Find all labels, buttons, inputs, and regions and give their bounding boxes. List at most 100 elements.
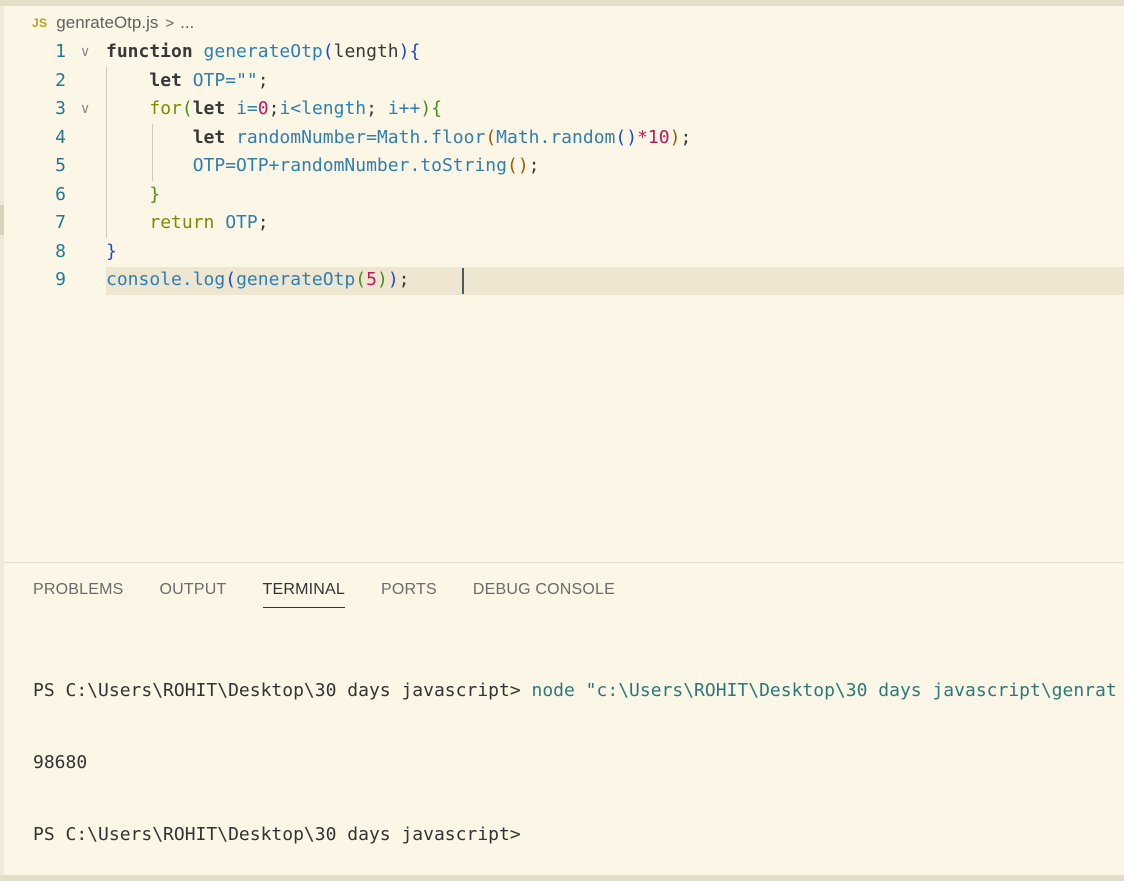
terminal-line: 98680	[33, 751, 1117, 775]
code-token: 0	[257, 98, 269, 119]
code-line[interactable]: 5 OTP=OTP+randomNumber.toString();	[0, 152, 1124, 181]
code-text: for(let i=0;i<length; i++){	[106, 95, 442, 124]
tab-debug-console[interactable]: DEBUG CONSOLE	[473, 575, 615, 608]
line-number: 8	[55, 240, 66, 262]
code-token: ()	[615, 126, 638, 148]
code-line[interactable]: 3 ∨ for(let i=0;i<length; i++){	[0, 95, 1124, 124]
code-text: }	[106, 238, 117, 267]
code-text: let randomNumber=Math.floor(Math.random(…	[106, 124, 692, 153]
code-token: )	[387, 269, 399, 290]
code-token: let	[192, 126, 237, 148]
code-token: for	[149, 98, 182, 119]
code-editor[interactable]: 1 ∨ function generateOtp(length){2 let OTP…	[0, 38, 1124, 558]
code-text: console.log(generateOtp(5));	[106, 266, 410, 295]
code-line[interactable]: 8}	[0, 238, 1124, 267]
code-token: ;	[257, 212, 269, 233]
code-token: Math.random	[496, 126, 616, 148]
javascript-file-icon: JS	[32, 16, 48, 30]
panel-tabs: PROBLEMS OUTPUT TERMINAL PORTS DEBUG CONSOLE	[33, 575, 651, 608]
code-token: ;	[398, 269, 410, 290]
code-text: }	[106, 181, 160, 210]
terminal-prompt: PS C:\Users\ROHIT\Desktop\30 days javasc…	[33, 824, 521, 845]
text-cursor	[462, 268, 464, 294]
code-text: OTP=OTP+randomNumber.toString();	[106, 152, 540, 181]
code-token: )	[376, 269, 388, 290]
code-text: let OTP="";	[106, 67, 269, 96]
tab-terminal[interactable]: TERMINAL	[262, 575, 345, 608]
line-number: 2	[55, 69, 66, 91]
code-token: length	[333, 41, 399, 62]
code-token: ){	[420, 98, 443, 119]
code-token: (	[322, 41, 334, 62]
code-token: console.log	[106, 269, 226, 290]
fold-chevron-down-icon[interactable]: ∨	[80, 38, 96, 67]
code-token: i<length	[279, 98, 367, 119]
code-line[interactable]: 1 ∨ function generateOtp(length){	[0, 38, 1124, 67]
code-token: generateOtp	[236, 269, 356, 290]
vscode-window: JS genrateOtp.js > ... 1 ∨ function genera…	[0, 0, 1124, 881]
code-text: function generateOtp(length){	[106, 38, 420, 67]
code-token: )	[669, 126, 681, 148]
bottom-panel: PROBLEMS OUTPUT TERMINAL PORTS DEBUG CONSOLE…	[4, 562, 1124, 876]
line-number: 1	[55, 41, 66, 62]
code-token: ()	[506, 155, 529, 176]
code-token: }	[149, 183, 161, 205]
code-token: ;	[366, 98, 388, 119]
code-token: *	[637, 126, 648, 148]
breadcrumb: JS genrateOtp.js > ...	[32, 10, 194, 36]
terminal-program-output: 98680	[33, 752, 88, 773]
code-token: OTP=OTP+randomNumber.toString	[192, 155, 507, 176]
code-line[interactable]: 4 let randomNumber=Math.floor(Math.rando…	[0, 124, 1124, 153]
code-token: ;	[680, 126, 692, 148]
line-number: 9	[55, 269, 66, 290]
code-token: ){	[398, 41, 421, 62]
breadcrumb-file-name[interactable]: genrateOtp.js	[56, 13, 158, 33]
code-token: 5	[366, 269, 377, 290]
tab-output[interactable]: OUTPUT	[160, 575, 227, 608]
breadcrumb-separator-icon: >	[165, 14, 175, 32]
terminal-command: node "c:\Users\ROHIT\Desktop\30 days jav…	[531, 680, 1117, 701]
code-token: OTP	[225, 212, 258, 233]
code-token: ;	[257, 69, 269, 91]
code-line[interactable]: 7 return OTP;	[0, 209, 1124, 238]
code-token: OTP=	[192, 69, 237, 91]
line-number: 4	[55, 126, 66, 148]
tab-ports[interactable]: PORTS	[381, 575, 437, 608]
code-token: ""	[236, 69, 258, 91]
line-number: 3	[55, 98, 66, 119]
code-token: ;	[268, 98, 280, 119]
code-token: i++	[387, 98, 421, 119]
line-number: 7	[55, 212, 66, 233]
code-line[interactable]: 2 let OTP="";	[0, 67, 1124, 96]
terminal-output[interactable]: PS C:\Users\ROHIT\Desktop\30 days javasc…	[33, 631, 1117, 881]
code-line[interactable]: 6 }	[0, 181, 1124, 210]
code-token: i=	[236, 98, 258, 119]
code-token: ;	[528, 155, 540, 176]
line-number: 5	[55, 155, 66, 176]
window-bottom-border	[0, 875, 1124, 881]
window-top-border	[0, 0, 1124, 6]
code-token: let	[192, 98, 237, 119]
breadcrumb-more[interactable]: ...	[180, 13, 194, 33]
terminal-line: PS C:\Users\ROHIT\Desktop\30 days javasc…	[33, 679, 1117, 703]
code-token: 10	[647, 126, 670, 148]
code-token: (	[485, 126, 497, 148]
terminal-line: PS C:\Users\ROHIT\Desktop\30 days javasc…	[33, 823, 1117, 847]
code-token: (	[355, 269, 367, 290]
code-token: (	[225, 269, 237, 290]
code-token: randomNumber=Math.floor	[236, 126, 486, 148]
code-token: return	[149, 212, 226, 233]
terminal-prompt: PS C:\Users\ROHIT\Desktop\30 days javasc…	[33, 680, 532, 701]
code-token: (	[181, 98, 193, 119]
code-token: let	[149, 69, 193, 91]
code-line[interactable]: 9 console.log(generateOtp(5));	[0, 266, 1124, 295]
tab-problems[interactable]: PROBLEMS	[33, 575, 124, 608]
fold-chevron-down-icon[interactable]: ∨	[80, 95, 96, 124]
code-token: function	[106, 41, 204, 62]
code-token: generateOtp	[203, 41, 323, 62]
